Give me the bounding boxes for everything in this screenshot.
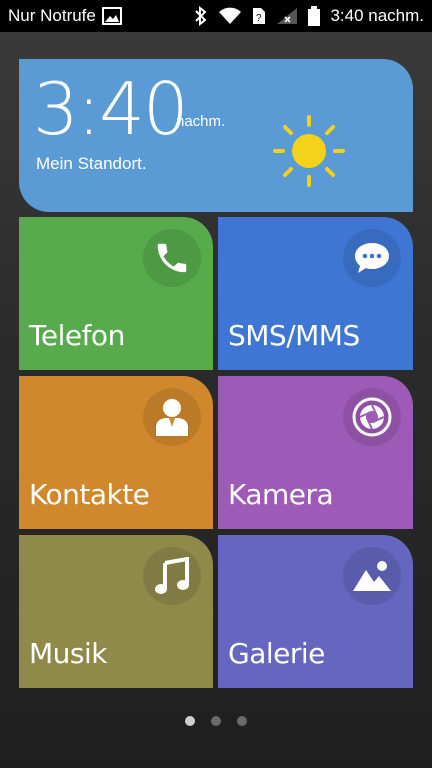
page-dot-2[interactable] [211,716,221,726]
svg-text:?: ? [256,13,262,24]
tile-kontakte[interactable]: Kontakte [19,376,213,529]
tile-sms-mms[interactable]: SMS/MMS [218,217,413,370]
sim-icon: ? [252,7,266,25]
clock-location: Mein Standort. [36,154,147,173]
clock-weather-widget[interactable]: 3:40 nachm. Mein Standort. [19,59,413,212]
gallery-icon [343,547,401,605]
tile-telefon[interactable]: Telefon [19,217,213,370]
tile-label: SMS/MMS [228,319,360,352]
bluetooth-icon [194,6,208,26]
status-bar: Nur Notrufe ? 3:40 nachm. [0,0,432,32]
clock-time: 3:40 [33,67,189,151]
page-dot-3[interactable] [237,716,247,726]
contact-icon [143,388,201,446]
wifi-icon [218,7,242,25]
tile-musik[interactable]: Musik [19,535,213,688]
clock-ampm: nachm. [176,113,226,130]
tile-kamera[interactable]: Kamera [218,376,413,529]
page-dot-1[interactable] [185,716,195,726]
camera-aperture-icon [343,388,401,446]
status-time: 3:40 nachm. [330,6,424,25]
tile-label: Kamera [228,478,334,511]
signal-icon [276,7,298,25]
page-indicator [0,716,432,726]
battery-icon [308,6,321,26]
image-notification-icon [101,7,122,25]
phone-icon [143,229,201,287]
tile-label: Telefon [29,319,125,352]
tile-galerie[interactable]: Galerie [218,535,413,688]
music-note-icon [143,547,201,605]
carrier-label: Nur Notrufe [8,6,96,25]
chat-bubble-icon [343,229,401,287]
tile-label: Musik [29,637,108,670]
tile-label: Kontakte [29,478,150,511]
tile-label: Galerie [228,637,325,670]
sun-icon [272,114,346,193]
